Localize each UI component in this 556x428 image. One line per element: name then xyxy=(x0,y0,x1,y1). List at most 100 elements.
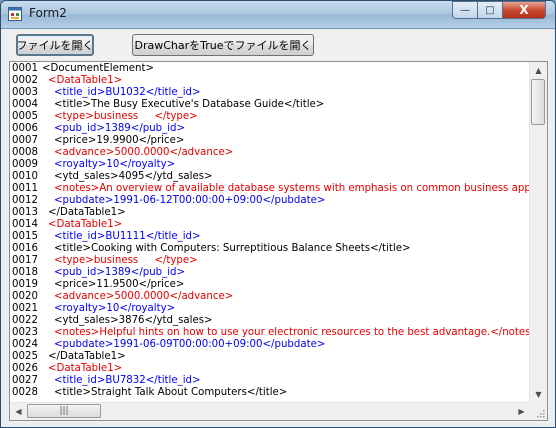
editor-line: 0022 <ytd_sales>3876</ytd_sales> xyxy=(12,315,530,327)
line-number: 0014 xyxy=(12,219,38,230)
editor-line: 0009 <royalty>10</royalty> xyxy=(12,159,530,171)
line-number: 0018 xyxy=(12,267,38,278)
form2-window: Form2 — □ X ファイルを開く DrawCharをTrueでファイルを開… xyxy=(0,0,556,428)
editor-line: 0017 <type>business </type> xyxy=(12,255,530,267)
line-text: <notes>Helpful hints on how to use your … xyxy=(54,327,530,338)
horizontal-scroll-thumb[interactable]: ||| xyxy=(27,404,101,418)
line-number: 0027 xyxy=(12,375,38,386)
horizontal-scrollbar[interactable]: ◀ ||| ▶ xyxy=(10,402,530,420)
line-text: <DataTable1> xyxy=(48,219,123,230)
scroll-down-icon[interactable]: ▼ xyxy=(530,386,547,403)
line-number: 0011 xyxy=(12,183,38,194)
line-number: 0006 xyxy=(12,123,38,134)
close-button[interactable]: X xyxy=(502,1,546,19)
line-number: 0017 xyxy=(12,255,38,266)
editor-line: 0019 <price>11.9500</price> xyxy=(12,279,530,291)
line-text: </DataTable1> xyxy=(48,351,126,362)
line-text: </DataTable1> xyxy=(48,207,126,218)
line-number: 0012 xyxy=(12,195,38,206)
line-text: <ytd_sales>3876</ytd_sales> xyxy=(54,315,213,326)
editor-line: 0018 <pub_id>1389</pub_id> xyxy=(12,267,530,279)
maximize-icon: □ xyxy=(485,4,495,16)
line-text: <royalty>10</royalty> xyxy=(54,303,176,314)
editor-line: 0025 </DataTable1> xyxy=(12,351,530,363)
resize-grip-icon[interactable] xyxy=(535,408,545,418)
line-text: <title_id>BU1032</title_id> xyxy=(54,87,201,98)
line-number: 0021 xyxy=(12,303,38,314)
line-number: 0009 xyxy=(12,159,38,170)
editor-lines: 0001 <DocumentElement> 0002 <DataTable1> 000… xyxy=(12,63,530,403)
editor-line: 0027 <title_id>BU7832</title_id> xyxy=(12,375,530,387)
line-text: <title>Straight Talk About Computers</ti… xyxy=(54,387,288,398)
line-number: 0015 xyxy=(12,231,38,242)
open-file-button[interactable]: ファイルを開く xyxy=(16,34,94,56)
scroll-left-icon[interactable]: ◀ xyxy=(10,403,27,420)
line-text: <pubdate>1991-06-12T00:00:00+09:00</pubd… xyxy=(54,195,326,206)
editor-line: 0024 <pubdate>1991-06-09T00:00:00+09:00</… xyxy=(12,339,530,351)
editor-line: 0020 <advance>5000.0000</advance> xyxy=(12,291,530,303)
line-text: <title_id>BU1111</title_id> xyxy=(54,231,201,242)
line-number: 0002 xyxy=(12,75,38,86)
editor-line: 0013 </DataTable1> xyxy=(12,207,530,219)
editor-line: 0016 <title>Cooking with Computers: Surre… xyxy=(12,243,530,255)
line-number: 0013 xyxy=(12,207,38,218)
vertical-scrollbar[interactable]: ▲ ▼ xyxy=(529,62,547,403)
line-number: 0026 xyxy=(12,363,38,374)
line-number: 0019 xyxy=(12,279,38,290)
line-text: <advance>5000.0000</advance> xyxy=(54,147,234,158)
vertical-scroll-thumb[interactable] xyxy=(531,79,545,125)
line-number: 0020 xyxy=(12,291,38,302)
drawchar-open-file-button[interactable]: DrawCharをTrueでファイルを開く xyxy=(132,34,314,56)
editor-line: 0004 <title>The Busy Executive's Database… xyxy=(12,99,530,111)
editor-line: 0010 <ytd_sales>4095</ytd_sales> xyxy=(12,171,530,183)
line-text: <title_id>BU7832</title_id> xyxy=(54,375,201,386)
minimize-icon: — xyxy=(460,4,470,16)
line-number: 0001 xyxy=(12,63,38,74)
line-number: 0007 xyxy=(12,135,38,146)
thumb-grip-icon: ||| xyxy=(59,406,69,416)
close-icon: X xyxy=(519,3,529,17)
line-text: <title>The Busy Executive's Database Gui… xyxy=(54,99,325,110)
editor-line: 0007 <price>19.9900</price> xyxy=(12,135,530,147)
scrollbar-corner xyxy=(530,403,547,420)
window-title: Form2 xyxy=(29,6,67,20)
xml-text-editor[interactable]: 0001 <DocumentElement> 0002 <DataTable1> 000… xyxy=(9,61,548,421)
maximize-button[interactable]: □ xyxy=(477,1,503,19)
client-area: ファイルを開く DrawCharをTrueでファイルを開く 0001 <Docum… xyxy=(7,29,551,423)
app-icon[interactable] xyxy=(8,7,22,21)
line-number: 0016 xyxy=(12,243,38,254)
line-number: 0024 xyxy=(12,339,38,350)
line-text: <DataTable1> xyxy=(48,75,123,86)
line-text: <price>19.9900</price> xyxy=(54,135,185,146)
editor-line: 0015 <title_id>BU1111</title_id> xyxy=(12,231,530,243)
editor-line: 0001 <DocumentElement> xyxy=(12,63,530,75)
line-text: <type>business </type> xyxy=(54,255,198,266)
title-bar[interactable]: Form2 — □ X xyxy=(1,1,555,29)
line-text: <pub_id>1389</pub_id> xyxy=(54,267,186,278)
line-text: <type>business </type> xyxy=(54,111,198,122)
editor-line: 0023 <notes>Helpful hints on how to use y… xyxy=(12,327,530,339)
line-text: <royalty>10</royalty> xyxy=(54,159,176,170)
line-number: 0023 xyxy=(12,327,38,338)
editor-line: 0006 <pub_id>1389</pub_id> xyxy=(12,123,530,135)
line-text: <title>Cooking with Computers: Surreptit… xyxy=(54,243,411,254)
line-text: <pubdate>1991-06-09T00:00:00+09:00</pubd… xyxy=(54,339,326,350)
editor-line: 0008 <advance>5000.0000</advance> xyxy=(12,147,530,159)
scroll-right-icon[interactable]: ▶ xyxy=(513,403,530,420)
line-number: 0025 xyxy=(12,351,38,362)
line-text: <pub_id>1389</pub_id> xyxy=(54,123,186,134)
scroll-up-icon[interactable]: ▲ xyxy=(530,62,547,79)
line-text: <notes>An overview of available database… xyxy=(54,183,530,194)
line-text: <DataTable1> xyxy=(48,363,123,374)
editor-line: 0003 <title_id>BU1032</title_id> xyxy=(12,87,530,99)
editor-line: 0011 <notes>An overview of available data… xyxy=(12,183,530,195)
editor-line: 0005 <type>business </type> xyxy=(12,111,530,123)
line-number: 0028 xyxy=(12,387,38,398)
editor-line: 0014 <DataTable1> xyxy=(12,219,530,231)
editor-line: 0021 <royalty>10</royalty> xyxy=(12,303,530,315)
editor-line: 0026 <DataTable1> xyxy=(12,363,530,375)
editor-line: 0012 <pubdate>1991-06-12T00:00:00+09:00</… xyxy=(12,195,530,207)
minimize-button[interactable]: — xyxy=(452,1,478,19)
editor-line: 0028 <title>Straight Talk About Computers… xyxy=(12,387,530,399)
line-number: 0003 xyxy=(12,87,38,98)
